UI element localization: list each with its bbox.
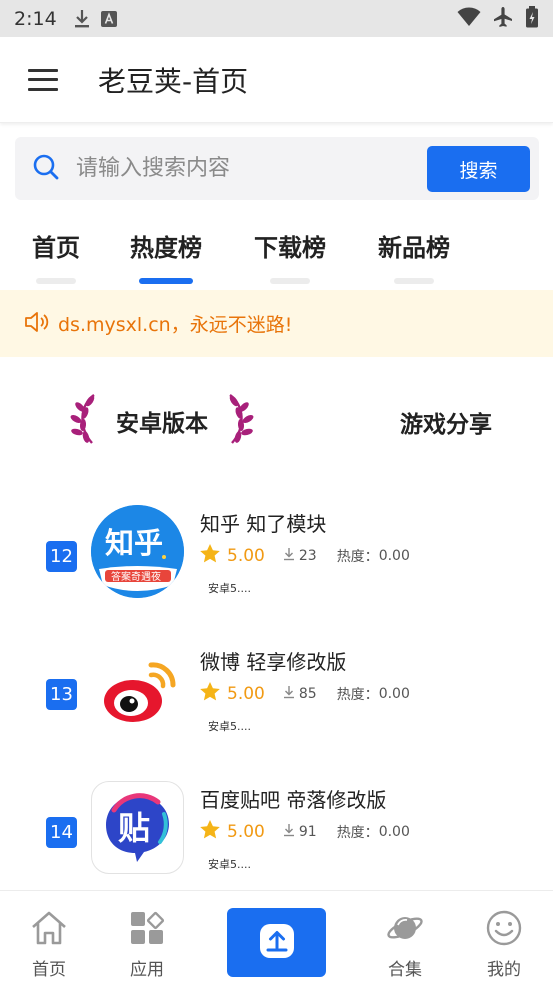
search-button[interactable]: 搜索 xyxy=(427,146,530,192)
page-title: 老豆荚-首页 xyxy=(98,64,249,98)
nav-me[interactable]: 我的 xyxy=(474,909,534,980)
upload-icon xyxy=(257,921,297,965)
smiley-icon xyxy=(485,909,523,951)
app-list-item[interactable]: 13 微博 轻享修改版 5.00 85 热度： 0.00 安卓5.... xyxy=(0,638,553,758)
tab-label: 首页 xyxy=(32,234,80,262)
app-list-item[interactable]: 12 知乎 答案奇遇夜 知乎 知了模块 5.00 23 热度： 0.00 安卓5… xyxy=(0,500,553,620)
heat-label: 热度： xyxy=(336,686,379,703)
rating-value: 5.00 xyxy=(227,545,265,566)
download-count-icon xyxy=(283,822,295,841)
notice-banner: ds.mysxl.cn，永远不迷路! xyxy=(0,290,553,357)
nav-collections-label: 合集 xyxy=(388,960,422,980)
zhihu-icon-text: 知乎 xyxy=(105,526,163,560)
heat-value: 0.00 xyxy=(378,685,410,702)
download-count-icon xyxy=(283,684,295,703)
download-count: 91 xyxy=(298,823,317,840)
home-icon xyxy=(29,909,69,951)
heat-value: 0.00 xyxy=(378,823,410,840)
version-tag: 安卓5.... xyxy=(208,858,251,871)
wifi-icon xyxy=(457,7,481,31)
nav-home-label: 首页 xyxy=(32,960,66,980)
apps-grid-icon xyxy=(128,909,166,951)
nav-apps-label: 应用 xyxy=(130,960,164,980)
zhihu-app-icon: 知乎 答案奇遇夜 xyxy=(91,505,184,598)
airplane-mode-icon xyxy=(493,6,513,32)
app-list-item[interactable]: 14 贴 百度贴吧 帝落修改版 5.00 91 热度： 0.00 安卓5.... xyxy=(0,776,553,896)
laurel-right-icon xyxy=(224,391,254,451)
rank-badge: 12 xyxy=(46,541,77,572)
upload-button[interactable] xyxy=(227,908,326,977)
version-tag: 安卓5.... xyxy=(208,720,251,733)
rating-value: 5.00 xyxy=(227,683,265,704)
app-meta: 5.00 23 热度： 0.00 xyxy=(199,543,410,568)
app-name: 百度贴吧 帝落修改版 xyxy=(200,788,387,812)
section-android[interactable]: 安卓版本 xyxy=(70,390,254,452)
tab-indicator-active xyxy=(139,278,193,284)
bottom-nav: 首页 应用 合集 我的 xyxy=(0,890,553,984)
app-meta: 5.00 91 热度： 0.00 xyxy=(199,819,410,844)
app-meta: 5.00 85 热度： 0.00 xyxy=(199,681,410,706)
status-time: 2:14 xyxy=(14,7,57,30)
search-icon xyxy=(32,153,60,185)
app-bar: 老豆荚-首页 xyxy=(0,37,553,123)
tab-label: 下载榜 xyxy=(254,234,326,262)
heat-value: 0.00 xyxy=(378,547,410,564)
status-bar: 2:14 xyxy=(0,0,553,37)
tab-label: 新品榜 xyxy=(378,234,450,262)
nav-apps[interactable]: 应用 xyxy=(117,909,177,980)
nav-collections[interactable]: 合集 xyxy=(375,909,435,980)
tab-bar: 首页 热度榜 下载榜 新品榜 xyxy=(0,228,553,288)
section-game-share[interactable]: 游戏分享 xyxy=(400,405,492,439)
version-tag: 安卓5.... xyxy=(208,582,251,595)
tab-new-ranking[interactable]: 新品榜 xyxy=(378,228,450,284)
heat-label: 热度： xyxy=(336,548,379,565)
section-android-label: 安卓版本 xyxy=(116,411,208,437)
download-count: 23 xyxy=(298,547,317,564)
search-input[interactable] xyxy=(76,156,406,181)
tieba-icon-text: 贴 xyxy=(118,809,150,847)
star-icon xyxy=(199,819,221,844)
search-bar: 搜索 xyxy=(15,137,539,200)
tab-indicator xyxy=(270,278,310,284)
star-icon xyxy=(199,681,221,706)
keyboard-status-icon xyxy=(100,10,117,27)
tab-indicator xyxy=(394,278,434,284)
app-name: 微博 轻享修改版 xyxy=(200,650,347,674)
zhihu-icon-caption: 答案奇遇夜 xyxy=(111,570,161,583)
tab-hot-ranking[interactable]: 热度榜 xyxy=(130,228,202,284)
notice-text: ds.mysxl.cn，永远不迷路! xyxy=(58,314,293,336)
app-name: 知乎 知了模块 xyxy=(200,512,327,536)
download-count-icon xyxy=(283,546,295,565)
download-count: 85 xyxy=(298,685,317,702)
battery-icon xyxy=(525,5,539,32)
menu-icon[interactable] xyxy=(28,68,58,91)
planet-icon xyxy=(385,909,425,951)
section-header: 安卓版本 游戏分享 xyxy=(0,390,553,452)
weibo-app-icon xyxy=(91,643,184,736)
tab-download-ranking[interactable]: 下载榜 xyxy=(254,228,326,284)
tab-label: 热度榜 xyxy=(130,234,202,262)
speaker-icon xyxy=(24,310,52,338)
rank-badge: 13 xyxy=(46,679,77,710)
tab-indicator xyxy=(36,278,76,284)
rank-badge: 14 xyxy=(46,817,77,848)
star-icon xyxy=(199,543,221,568)
tieba-app-icon: 贴 xyxy=(91,781,184,874)
download-status-icon xyxy=(73,9,91,29)
nav-home[interactable]: 首页 xyxy=(19,909,79,980)
laurel-left-icon xyxy=(70,391,100,451)
heat-label: 热度： xyxy=(336,824,379,841)
nav-me-label: 我的 xyxy=(487,960,521,980)
rating-value: 5.00 xyxy=(227,821,265,842)
tab-home[interactable]: 首页 xyxy=(32,228,80,284)
